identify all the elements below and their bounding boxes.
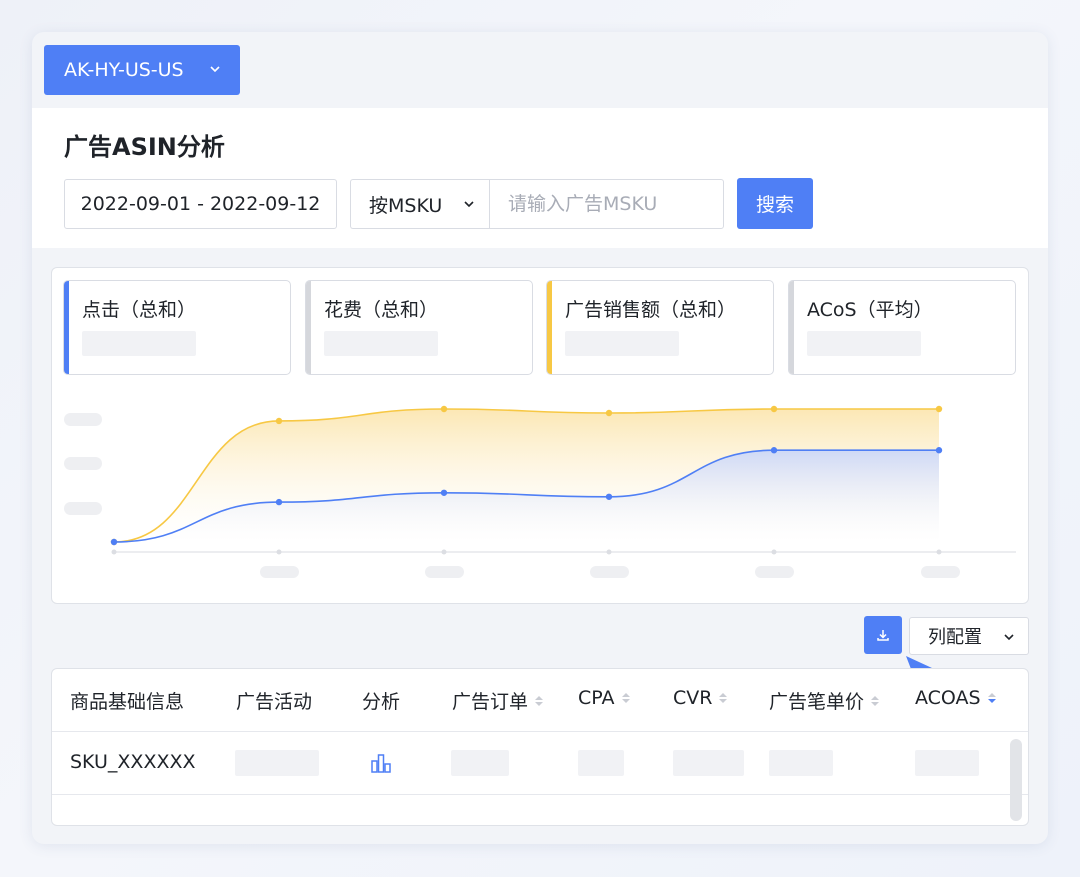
data-table: 商品基础信息 广告活动 分析 广告订单 CPA CVR 广告笔单价 ACOAS … [51,668,1029,826]
metric-card-spend[interactable]: 花费（总和） [305,280,533,375]
metric-value-placeholder [324,331,438,356]
cell-placeholder [915,750,979,776]
column-header-sortable[interactable]: ACOAS [915,687,996,709]
page-title: 广告ASIN分析 [64,133,225,161]
bar-chart-icon[interactable] [370,752,392,774]
search-mode-label: 按MSKU [369,194,443,217]
metric-accent-bar [547,281,552,374]
sku-search-input[interactable] [489,179,724,229]
column-header-sortable[interactable]: 广告订单 [452,687,544,714]
date-range-picker[interactable]: 2022-09-01 - 2022-09-12 [64,179,337,229]
sort-icon[interactable] [719,693,728,703]
x-tick-placeholder [425,566,464,578]
sort-icon[interactable] [621,693,630,703]
table-scrollbar[interactable] [1010,739,1022,821]
download-button[interactable] [864,616,902,654]
column-header-sortable[interactable]: CPA [578,687,630,709]
x-tick-placeholder [755,566,794,578]
column-header: 分析 [362,691,401,713]
x-tick-placeholder [921,566,960,578]
y-tick-placeholder [64,457,102,470]
cell-placeholder [769,750,833,776]
metric-label: 广告销售额（总和） [565,299,737,321]
metric-value-placeholder [807,331,921,356]
metric-card-ad-sales[interactable]: 广告销售额（总和） [546,280,774,375]
row-divider [52,794,1028,795]
column-header-sortable[interactable]: CVR [673,687,728,709]
cell-placeholder [673,750,744,776]
column-config-select[interactable]: 列配置 [909,617,1029,655]
sort-icon[interactable] [535,695,544,706]
chevron-down-icon [1004,634,1014,641]
header-divider [52,731,1028,732]
cell-placeholder [578,750,624,776]
metric-label: 花费（总和） [324,299,439,321]
metric-card-clicks[interactable]: 点击（总和） [63,280,291,375]
account-selector[interactable]: AK-HY-US-US [44,45,240,95]
column-config-label: 列配置 [928,627,982,648]
metric-accent-bar [306,281,311,374]
y-tick-placeholder [64,413,102,426]
column-header-sortable[interactable]: 广告笔单价 [769,687,880,714]
metric-value-placeholder [82,331,196,356]
search-mode-select[interactable]: 按MSKU [350,179,490,229]
sku-cell: SKU_XXXXXX [70,751,196,773]
download-icon [877,630,889,641]
search-button[interactable]: 搜索 [737,178,813,229]
x-tick-placeholder [590,566,629,578]
cell-placeholder [235,750,319,776]
chevron-down-icon [464,201,474,208]
cell-placeholder [451,750,509,776]
chevron-down-icon [210,66,220,73]
metric-accent-bar [789,281,794,374]
metric-value-placeholder [565,331,679,356]
metric-label: ACoS（平均） [807,299,933,321]
x-tick-placeholder [260,566,299,578]
sort-icon[interactable] [987,693,996,703]
metric-label: 点击（总和） [82,299,197,321]
column-header: 商品基础信息 [70,691,185,713]
metric-card-acos[interactable]: ACoS（平均） [788,280,1016,375]
metric-accent-bar [64,281,69,374]
column-header: 广告活动 [236,691,313,713]
y-tick-placeholder [64,502,102,515]
sort-icon[interactable] [871,695,880,706]
account-label: AK-HY-US-US [64,59,184,81]
